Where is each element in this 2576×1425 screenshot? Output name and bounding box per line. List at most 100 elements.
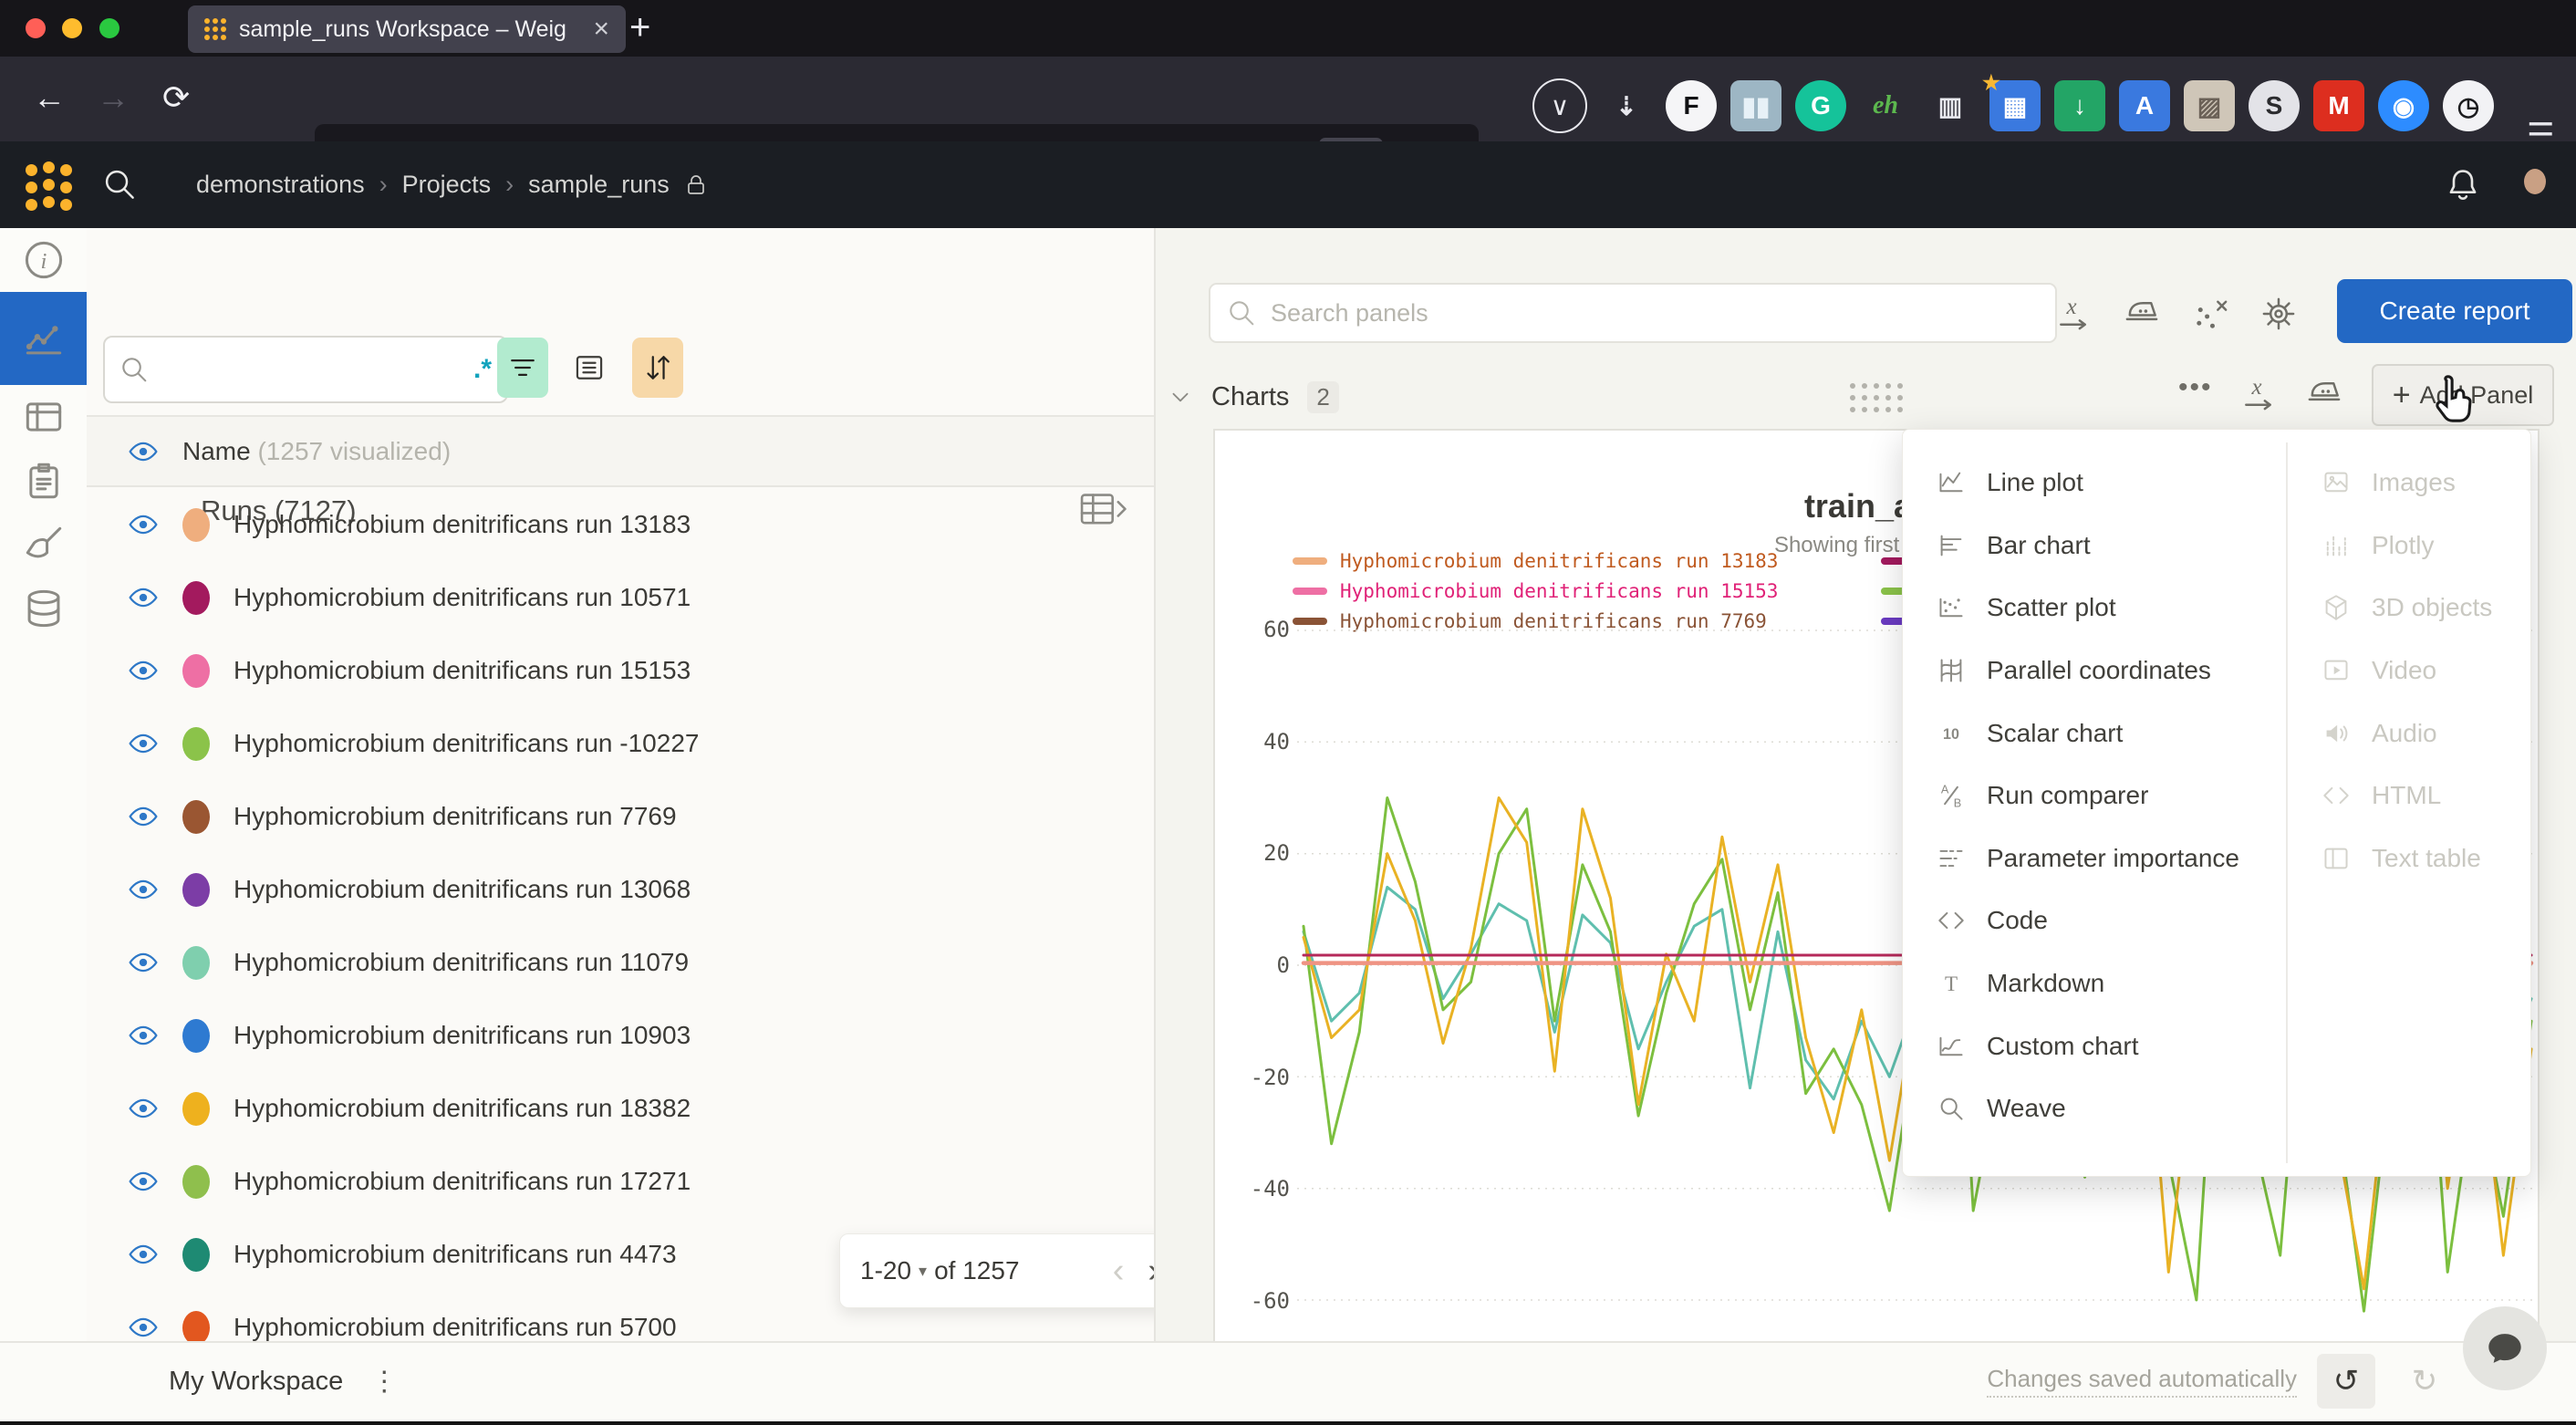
browser-extension-icon[interactable]: G xyxy=(1795,80,1846,131)
forward-button[interactable]: → xyxy=(97,78,130,117)
breadcrumb-team[interactable]: demonstrations xyxy=(196,171,365,199)
run-name[interactable]: Hyphomicrobium denitrificans run 5700 xyxy=(234,1313,677,1341)
redo-button[interactable]: ↻ xyxy=(2395,1354,2454,1409)
sidebar-item[interactable]: i xyxy=(0,228,87,292)
run-name[interactable]: Hyphomicrobium denitrificans run 4473 xyxy=(234,1240,677,1269)
section-x-axis-icon[interactable]: x xyxy=(2239,374,2280,414)
run-row[interactable]: Hyphomicrobium denitrificans run 13068 xyxy=(87,853,1154,926)
run-name[interactable]: Hyphomicrobium denitrificans run 18382 xyxy=(234,1094,691,1123)
add-panel-menu-item[interactable]: Code xyxy=(1903,889,2286,952)
run-visibility-eye-icon[interactable] xyxy=(128,1020,159,1051)
run-row[interactable]: Hyphomicrobium denitrificans run 7769 xyxy=(87,780,1154,853)
prev-page-icon[interactable]: ‹ xyxy=(1113,1252,1125,1291)
run-visibility-eye-icon[interactable] xyxy=(128,874,159,905)
sort-runs-button[interactable] xyxy=(632,338,683,398)
new-tab-button[interactable]: + xyxy=(629,7,650,48)
next-page-icon[interactable]: › xyxy=(1148,1252,1154,1291)
page-range[interactable]: 1-20 xyxy=(860,1256,911,1285)
run-row[interactable]: Hyphomicrobium denitrificans run 15153 xyxy=(87,634,1154,707)
run-name[interactable]: Hyphomicrobium denitrificans run 10903 xyxy=(234,1021,691,1050)
run-row[interactable]: Hyphomicrobium denitrificans run 13183 xyxy=(87,488,1154,561)
browser-extension-icon[interactable]: A xyxy=(2119,80,2170,131)
support-chat-button[interactable] xyxy=(2463,1306,2547,1390)
browser-extension-icon[interactable]: ∨ xyxy=(1532,78,1587,133)
workspace-kebab-menu-icon[interactable]: ⋮ xyxy=(370,1366,398,1398)
browser-extension-icon[interactable]: ◷ xyxy=(2443,80,2494,131)
workspace-settings-gear-icon[interactable] xyxy=(2259,294,2299,330)
browser-extension-icon[interactable]: ↓ xyxy=(2054,80,2105,131)
legend-entry[interactable]: Hyphomicrobium denitrificans run 15153 xyxy=(1293,576,1778,606)
browser-extension-icon[interactable]: S xyxy=(2249,80,2300,131)
sidebar-item[interactable] xyxy=(0,449,87,513)
collapse-section-chevron-icon[interactable] xyxy=(1168,384,1193,410)
add-panel-menu-item[interactable]: Line plot xyxy=(1903,452,2286,515)
run-visibility-eye-icon[interactable] xyxy=(128,509,159,540)
run-name[interactable]: Hyphomicrobium denitrificans run 13183 xyxy=(234,510,691,539)
legend-entry[interactable]: Hyphomicrobium denitrificans run 13183 xyxy=(1293,546,1778,576)
run-visibility-eye-icon[interactable] xyxy=(128,1166,159,1197)
run-row[interactable]: Hyphomicrobium denitrificans run 10571 xyxy=(87,561,1154,634)
run-row[interactable]: Hyphomicrobium denitrificans run 10903 xyxy=(87,999,1154,1072)
search-panels-input[interactable]: Search panels xyxy=(1209,283,2057,343)
sidebar-item[interactable] xyxy=(0,292,87,385)
browser-tab[interactable]: sample_runs Workspace – Weig × xyxy=(188,5,626,53)
sidebar-item[interactable] xyxy=(0,385,87,449)
filter-runs-button[interactable] xyxy=(497,338,548,398)
browser-extension-icon[interactable]: ⇣ xyxy=(1601,80,1652,131)
run-name[interactable]: Hyphomicrobium denitrificans run 13068 xyxy=(234,875,691,904)
add-panel-menu-item[interactable]: Bar chart xyxy=(1903,515,2286,577)
add-panel-menu-item[interactable]: Custom chart xyxy=(1903,1014,2286,1077)
minimize-window-button[interactable] xyxy=(62,18,82,38)
charts-section-title[interactable]: Charts xyxy=(1211,382,1289,412)
undo-button[interactable]: ↺ xyxy=(2317,1354,2375,1409)
regex-toggle-icon[interactable]: .* xyxy=(473,354,492,385)
reload-button[interactable]: ⟳ xyxy=(162,78,190,117)
add-panel-menu-item[interactable]: 10 Scalar chart xyxy=(1903,702,2286,765)
global-search-icon[interactable] xyxy=(102,167,137,202)
run-visibility-eye-icon[interactable] xyxy=(128,728,159,759)
add-panel-menu-item[interactable]: AB Run comparer xyxy=(1903,765,2286,827)
section-drag-handle-dots[interactable] xyxy=(1850,383,1903,412)
create-report-button[interactable]: Create report xyxy=(2337,279,2572,343)
browser-extension-icon[interactable]: ▮▮ xyxy=(1730,80,1781,131)
add-panel-menu-item[interactable]: Parallel coordinates xyxy=(1903,640,2286,702)
run-name[interactable]: Hyphomicrobium denitrificans run 11079 xyxy=(234,948,689,977)
pagination-control[interactable]: 1-20 ▾ of 1257 ‹ › xyxy=(839,1233,1154,1308)
runs-table-header[interactable]: Name (1257 visualized) xyxy=(87,415,1154,487)
run-row[interactable]: Hyphomicrobium denitrificans run -10227 xyxy=(87,707,1154,780)
outliers-icon[interactable] xyxy=(2191,294,2231,330)
group-runs-button[interactable] xyxy=(564,338,615,398)
run-name[interactable]: Hyphomicrobium denitrificans run 7769 xyxy=(234,802,677,831)
run-row[interactable]: Hyphomicrobium denitrificans run 17271 xyxy=(87,1145,1154,1218)
page-size-caret-icon[interactable]: ▾ xyxy=(919,1262,927,1281)
workspace-selector[interactable]: My Workspace xyxy=(169,1367,343,1397)
run-row[interactable]: Hyphomicrobium denitrificans run 11079 xyxy=(87,926,1154,999)
breadcrumb-section[interactable]: Projects xyxy=(402,171,492,199)
notifications-bell-icon[interactable] xyxy=(2445,167,2481,203)
smoothing-iron-icon[interactable] xyxy=(2122,294,2162,330)
wandb-logo[interactable] xyxy=(26,164,72,211)
run-visibility-eye-icon[interactable] xyxy=(128,655,159,686)
browser-extension-icon[interactable]: ▨ xyxy=(2184,80,2235,131)
sidebar-item[interactable] xyxy=(0,513,87,577)
run-visibility-eye-icon[interactable] xyxy=(128,1312,159,1341)
run-name[interactable]: Hyphomicrobium denitrificans run 17271 xyxy=(234,1167,691,1196)
run-visibility-eye-icon[interactable] xyxy=(128,1239,159,1270)
close-tab-icon[interactable]: × xyxy=(593,14,609,45)
run-visibility-eye-icon[interactable] xyxy=(128,582,159,613)
breadcrumb-project[interactable]: sample_runs xyxy=(528,171,670,199)
zoom-window-button[interactable] xyxy=(99,18,119,38)
add-panel-menu-item[interactable]: Scatter plot xyxy=(1903,577,2286,640)
run-visibility-eye-icon[interactable] xyxy=(128,801,159,832)
visibility-eye-icon[interactable] xyxy=(128,436,159,467)
add-panel-menu-item[interactable]: Parameter importance xyxy=(1903,827,2286,890)
browser-extension-icon[interactable]: ▦ xyxy=(1989,80,2041,131)
browser-extension-icon[interactable]: ◉ xyxy=(2378,80,2429,131)
run-visibility-eye-icon[interactable] xyxy=(128,947,159,978)
add-panel-menu-item[interactable]: T Markdown xyxy=(1903,952,2286,1015)
run-name[interactable]: Hyphomicrobium denitrificans run 10571 xyxy=(234,583,691,612)
run-name[interactable]: Hyphomicrobium denitrificans run 15153 xyxy=(234,656,691,685)
run-visibility-eye-icon[interactable] xyxy=(128,1093,159,1124)
section-smoothing-icon[interactable] xyxy=(2304,374,2344,414)
x-axis-settings-icon[interactable]: x xyxy=(2054,294,2094,330)
